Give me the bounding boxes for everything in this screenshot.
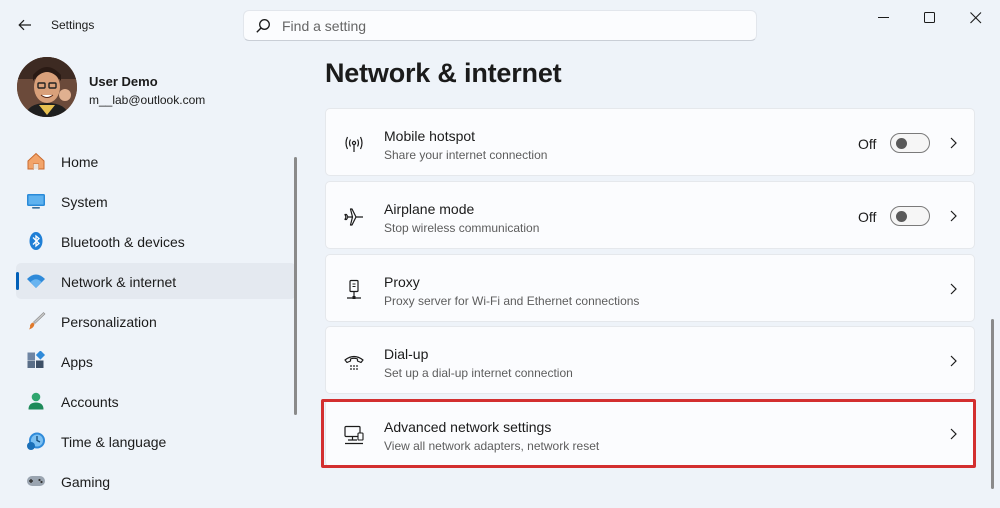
toggle-knob xyxy=(896,211,907,222)
card-title: Mobile hotspot xyxy=(384,128,476,144)
person-icon xyxy=(28,392,44,410)
mobile-hotspot-toggle[interactable] xyxy=(890,133,930,153)
sidebar-item-label: Accounts xyxy=(61,394,119,410)
user-email: m__lab@outlook.com xyxy=(89,93,206,107)
sidebar-item-time-language[interactable]: Time & language xyxy=(16,423,296,459)
sidebar-item-label: Home xyxy=(61,154,99,170)
minimize-button[interactable] xyxy=(866,8,902,28)
card-description: Share your internet connection xyxy=(384,148,548,162)
network-pc-icon xyxy=(344,425,364,445)
phone-icon xyxy=(344,355,364,370)
monitor-icon xyxy=(27,194,45,209)
app-title: Settings xyxy=(51,18,95,32)
close-icon xyxy=(970,12,982,24)
user-name: User Demo xyxy=(89,74,158,89)
mobile-hotspot-card[interactable]: Mobile hotspot Share your internet conne… xyxy=(325,108,975,176)
main-scrollbar[interactable] xyxy=(991,319,994,489)
minimize-icon xyxy=(878,17,889,18)
sidebar-item-label: Bluetooth & devices xyxy=(61,234,185,250)
search-icon xyxy=(256,19,270,33)
brush-icon xyxy=(29,312,46,330)
sidebar-item-label: Network & internet xyxy=(61,274,177,290)
close-button[interactable] xyxy=(958,8,994,28)
maximize-icon xyxy=(924,12,935,23)
sidebar-item-personalization[interactable]: Personalization xyxy=(16,303,296,339)
sidebar-scrollbar[interactable] xyxy=(294,157,297,415)
avatar xyxy=(17,57,77,117)
airplane-mode-toggle[interactable] xyxy=(890,206,930,226)
card-title: Airplane mode xyxy=(384,201,475,217)
airplane-mode-card[interactable]: Airplane mode Stop wireless communicatio… xyxy=(325,181,975,249)
maximize-button[interactable] xyxy=(912,8,948,28)
airplane-icon xyxy=(344,208,363,226)
card-description: Set up a dial-up internet connection xyxy=(384,366,573,380)
card-title: Dial-up xyxy=(384,346,429,362)
avatar-image xyxy=(17,57,77,117)
card-title: Proxy xyxy=(384,274,420,290)
sidebar-item-home[interactable]: Home xyxy=(16,143,296,179)
sidebar-item-label: Personalization xyxy=(61,314,157,330)
card-description: Stop wireless communication xyxy=(384,221,540,235)
card-description: View all network adapters, network reset xyxy=(384,439,600,453)
search-box[interactable] xyxy=(243,10,757,41)
dial-up-card[interactable]: Dial-up Set up a dial-up internet connec… xyxy=(325,326,975,394)
sidebar-item-label: Apps xyxy=(61,354,93,370)
card-description: Proxy server for Wi-Fi and Ethernet conn… xyxy=(384,294,640,308)
home-icon xyxy=(27,152,45,170)
back-button[interactable] xyxy=(10,12,40,38)
selection-indicator xyxy=(16,272,19,290)
title-bar: Settings xyxy=(0,0,1000,50)
sidebar-item-label: Time & language xyxy=(61,434,167,450)
clock-globe-icon xyxy=(27,432,45,450)
page-title: Network & internet xyxy=(325,58,562,88)
sidebar-item-network[interactable]: Network & internet xyxy=(16,263,296,299)
sidebar-nav: Home System Bluetooth & devices Network … xyxy=(16,143,296,503)
toggle-knob xyxy=(896,138,907,149)
hotspot-icon xyxy=(345,136,363,152)
toggle-state-label: Off xyxy=(858,209,877,225)
apps-icon xyxy=(27,351,46,368)
proxy-icon xyxy=(347,279,361,299)
back-arrow-icon xyxy=(18,19,31,31)
sidebar-item-gaming[interactable]: Gaming xyxy=(16,463,296,499)
advanced-network-settings-card[interactable]: Advanced network settings View all netwo… xyxy=(325,399,975,467)
card-title: Advanced network settings xyxy=(384,419,552,435)
chevron-right-icon xyxy=(950,210,957,222)
gamepad-icon xyxy=(27,476,45,486)
chevron-right-icon xyxy=(950,137,957,149)
chevron-right-icon xyxy=(950,355,957,367)
wifi-icon xyxy=(27,274,45,288)
sidebar-item-bluetooth[interactable]: Bluetooth & devices xyxy=(16,223,296,259)
bluetooth-icon xyxy=(29,232,43,250)
sidebar-item-apps[interactable]: Apps xyxy=(16,343,296,379)
sidebar-item-label: Gaming xyxy=(61,474,111,490)
proxy-card[interactable]: Proxy Proxy server for Wi-Fi and Etherne… xyxy=(325,254,975,322)
chevron-right-icon xyxy=(950,428,957,440)
sidebar-item-system[interactable]: System xyxy=(16,183,296,219)
sidebar-item-accounts[interactable]: Accounts xyxy=(16,383,296,419)
search-input[interactable] xyxy=(282,11,742,40)
sidebar-item-label: System xyxy=(61,194,108,210)
toggle-state-label: Off xyxy=(858,136,877,152)
chevron-right-icon xyxy=(950,283,957,295)
